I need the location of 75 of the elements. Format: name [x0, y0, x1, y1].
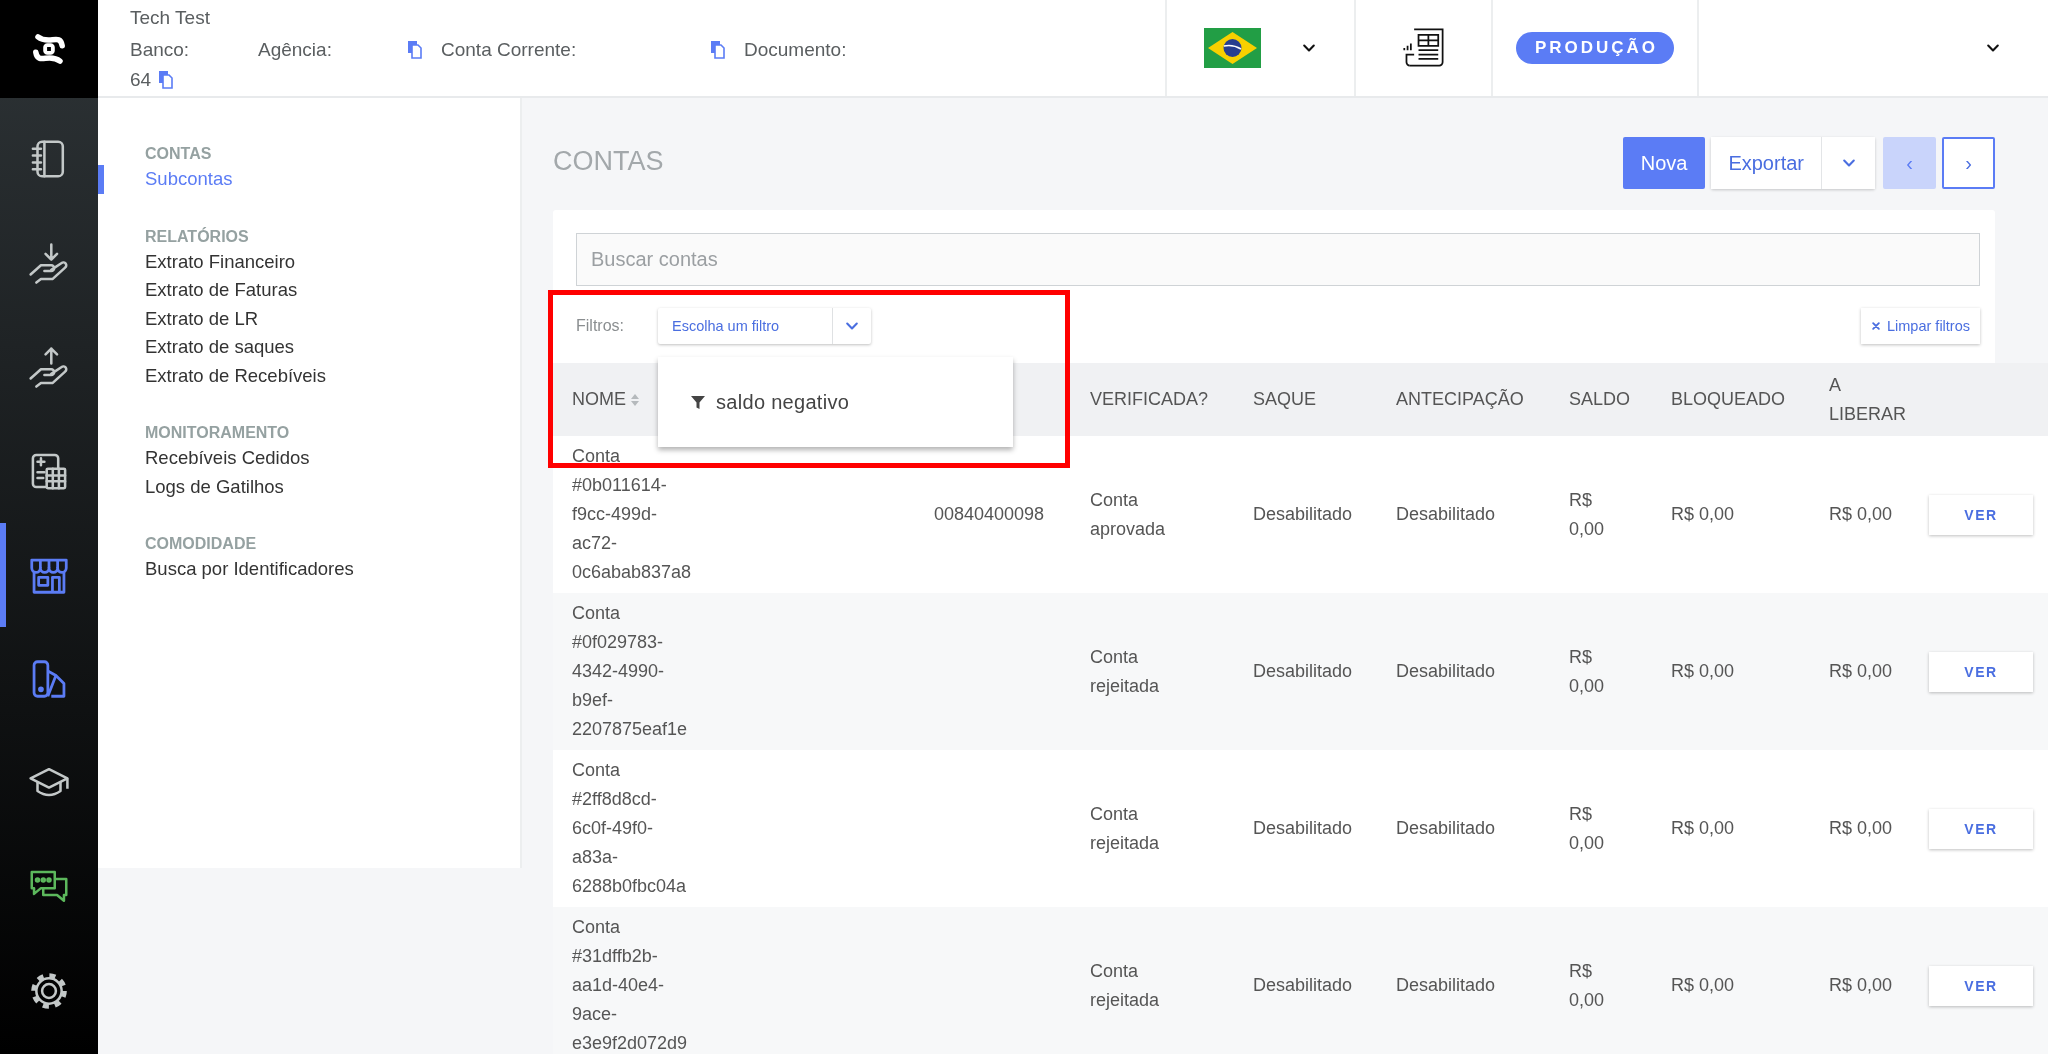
- column-header: ANTECIPAÇÃO: [1396, 388, 1524, 411]
- menu-link[interactable]: Recebíveis Cedidos: [98, 444, 520, 473]
- table-cell-text: Desabilitado: [1396, 817, 1497, 840]
- column-header: SALDO: [1569, 388, 1631, 411]
- menu-link[interactable]: Busca por Identificadores: [98, 555, 520, 584]
- field-value: 64: [130, 69, 152, 91]
- clear-filters-button[interactable]: Limpar filtros: [1861, 308, 1980, 344]
- table-cell-text: Conta rejeitada: [1090, 802, 1161, 855]
- view-button[interactable]: VER: [1929, 808, 2033, 849]
- field-label: Conta Corrente:: [441, 39, 577, 61]
- table-cell-text: R$ 0,00: [1671, 817, 1736, 840]
- new-button[interactable]: Nova: [1622, 137, 1706, 189]
- menu-link[interactable]: Subcontas: [98, 165, 520, 194]
- table-cell-text: Desabilitado: [1253, 660, 1354, 683]
- menu-option[interactable]: saldo negativo: [690, 390, 850, 414]
- menu-link[interactable]: Extrato Financeiro: [98, 247, 520, 276]
- section-heading: COMODIDADE: [145, 534, 258, 554]
- table-cell-text: Conta #2ff8d8cd-6c0f-49f0-a83a-6288b0fbc04a: [572, 759, 688, 898]
- table-cell-text: R$ 0,00: [1671, 660, 1736, 683]
- column-header: BLOQUEADO: [1671, 388, 1786, 411]
- next-page-button[interactable]: ›: [1942, 137, 1995, 189]
- table-cell-text: Desabilitado: [1396, 660, 1497, 683]
- table-cell-text: 00840400098: [934, 503, 1046, 526]
- table-cell-text: Desabilitado: [1253, 974, 1354, 997]
- view-button[interactable]: VER: [1929, 494, 2033, 535]
- copy-icon[interactable]: [157, 70, 175, 90]
- copy-icon[interactable]: [406, 40, 423, 60]
- company-name: Tech Test: [130, 7, 211, 29]
- column-header: VERIFICADA?: [1090, 388, 1209, 411]
- menu-link[interactable]: Extrato de LR: [98, 304, 520, 333]
- table-cell-text: Conta #31dffb2b-aa1d-40e4-9ace-e3e9f2d072d9: [572, 916, 689, 1054]
- section-heading: RELATÓRIOS: [145, 226, 250, 247]
- view-button[interactable]: VER: [1929, 651, 2033, 692]
- field-label: Banco:: [130, 39, 190, 61]
- menu-link[interactable]: Extrato de Faturas: [98, 276, 520, 305]
- table-cell-text: R$ 0,00: [1569, 802, 1606, 855]
- menu-link[interactable]: Extrato de saques: [98, 333, 520, 362]
- table-cell-text: R$ 0,00: [1829, 817, 1894, 840]
- column-header: NOME: [572, 388, 626, 411]
- filter-icon: [690, 394, 706, 410]
- table-cell-text: R$ 0,00: [1569, 645, 1606, 698]
- filter-select[interactable]: Escolha um filtro: [658, 308, 871, 344]
- table-cell-text: R$ 0,00: [1569, 488, 1606, 541]
- column-header: SAQUE: [1253, 388, 1317, 411]
- export-button[interactable]: Exportar: [1711, 137, 1822, 189]
- page-title: CONTAS: [553, 146, 665, 177]
- section-heading: MONITORAMENTO: [145, 423, 291, 443]
- search-field[interactable]: Buscar contas: [576, 233, 1980, 286]
- table-cell-text: Conta rejeitada: [1090, 959, 1161, 1012]
- table-cell-text: Conta aprovada: [1090, 488, 1167, 541]
- environment-badge: PRODUÇÃO: [1515, 32, 1675, 64]
- table-cell-text: R$ 0,00: [1569, 959, 1606, 1012]
- table-cell-text: Conta #0b011614-f9cc-499d-ac72-0c6abab837a8: [572, 445, 690, 584]
- view-button[interactable]: VER: [1929, 965, 2033, 1006]
- table-cell-text: Desabilitado: [1396, 503, 1497, 526]
- table-cell-text: R$ 0,00: [1671, 503, 1736, 526]
- menu-link[interactable]: Logs de Gatilhos: [98, 472, 520, 501]
- table-cell-text: R$ 0,00: [1829, 974, 1894, 997]
- table-cell-text: Conta rejeitada: [1090, 645, 1161, 698]
- column-header: A LIBERAR: [1829, 373, 1907, 426]
- table-cell-text: R$ 0,00: [1671, 974, 1736, 997]
- table-cell-text: Desabilitado: [1253, 503, 1354, 526]
- table-cell-text: R$ 0,00: [1829, 660, 1894, 683]
- copy-icon[interactable]: [709, 40, 726, 60]
- close-icon: [1871, 321, 1881, 331]
- field-label: Documento:: [744, 39, 847, 61]
- menu-link[interactable]: Extrato de Recebíveis: [98, 361, 520, 390]
- table-cell-text: Desabilitado: [1253, 817, 1354, 840]
- flag-icon[interactable]: [1204, 28, 1261, 68]
- table-cell-text: Desabilitado: [1396, 974, 1497, 997]
- field-label: Agência:: [258, 39, 332, 61]
- filter-label: Filtros:: [576, 317, 625, 335]
- section-heading: CONTAS: [145, 144, 213, 164]
- table-cell-text: Conta #0f029783-4342-4990-b9ef-2207875eaf1e: [572, 602, 689, 741]
- table-cell-text: R$ 0,00: [1829, 503, 1894, 526]
